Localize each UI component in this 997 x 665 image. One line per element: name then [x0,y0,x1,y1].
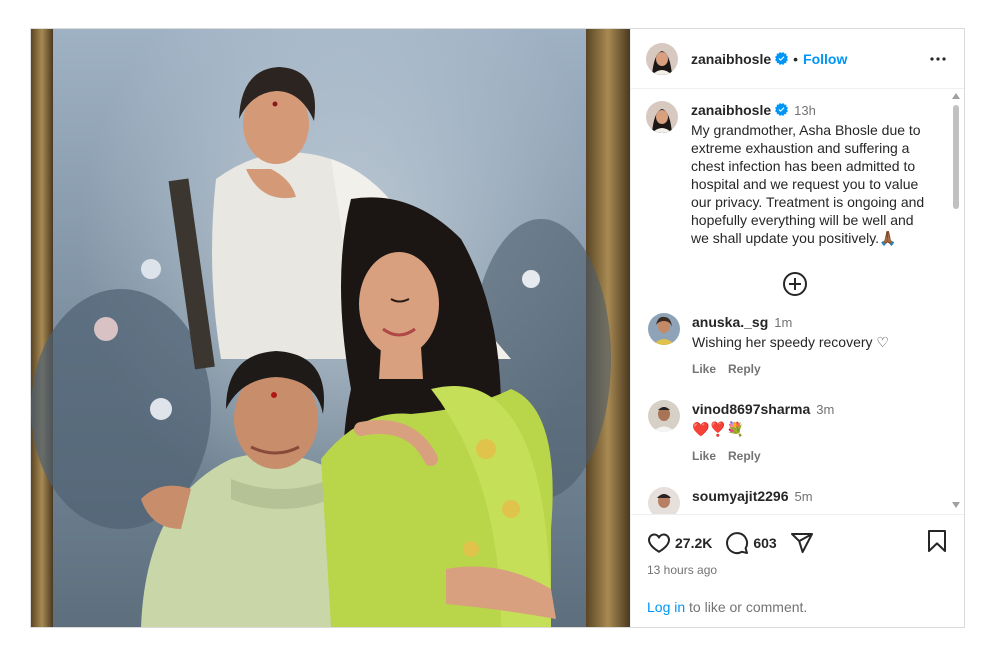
caption-username[interactable]: zanaibhosle [691,102,771,118]
login-suffix: to like or comment. [685,599,808,615]
login-prompt: Log in to like or comment. [647,599,807,615]
paper-plane-icon[interactable] [790,531,814,555]
post-header: zanaibhosle • Follow [631,29,964,89]
follow-button[interactable]: Follow [803,51,847,67]
post-time-ago[interactable]: 13 hours ago [631,563,964,577]
verified-badge-icon [775,103,789,116]
comment-reply-button[interactable]: Reply [728,362,761,376]
comments-scrollbar[interactable] [951,91,961,510]
comment-text: Wishing her speedy recovery ♡ [692,334,889,350]
comment-item: anuska._sg 1m Wishing her speedy recovery… [631,313,964,378]
post-sidebar: zanaibhosle • Follow zanaibhosle 13h My … [630,29,964,627]
post-photo[interactable] [31,29,630,627]
comments-section[interactable]: zanaibhosle 13h My grandmother, Asha Bhos… [631,89,964,515]
comment-reply-button[interactable]: Reply [728,449,761,463]
comment-item: soumyajit2296 5m [631,487,964,514]
add-circle-icon[interactable] [631,271,964,297]
commenter-avatar[interactable] [648,313,680,345]
author-avatar[interactable] [646,42,678,75]
comment-item: vinod8697sharma 3m ❤️❣️💐 Like Reply [631,400,964,465]
login-link[interactable]: Log in [647,599,685,615]
action-bar: 27.2K 603 [631,517,964,569]
author-username[interactable]: zanaibhosle [691,51,771,67]
instagram-post: zanaibhosle • Follow zanaibhosle 13h My … [30,28,965,628]
verified-badge-icon [775,52,789,65]
comment-like-button[interactable]: Like [692,362,716,376]
more-options-icon[interactable] [926,47,950,71]
commenter-avatar[interactable] [648,400,680,432]
caption-text: My grandmother, Asha Bhosle due to extre… [691,122,925,246]
header-separator: • [793,50,799,67]
like-count[interactable]: 27.2K [675,535,712,551]
commenter-avatar[interactable] [648,487,680,514]
caption-time[interactable]: 13h [794,103,816,118]
comment-time[interactable]: 3m [816,402,834,417]
comment-like-button[interactable]: Like [692,449,716,463]
comment-time[interactable]: 5m [795,489,813,504]
comment-bubble-icon[interactable] [725,531,749,555]
comment-username[interactable]: soumyajit2296 [692,488,789,504]
post-caption: zanaibhosle 13h My grandmother, Asha Bhos… [631,89,964,247]
comment-time[interactable]: 1m [774,315,792,330]
comment-count[interactable]: 603 [753,535,776,551]
bookmark-icon[interactable] [926,529,948,553]
comment-username[interactable]: anuska._sg [692,314,768,330]
comment-text: ❤️❣️💐 [692,421,745,437]
caption-avatar[interactable] [646,101,678,133]
heart-icon[interactable] [647,531,671,555]
comment-username[interactable]: vinod8697sharma [692,401,810,417]
